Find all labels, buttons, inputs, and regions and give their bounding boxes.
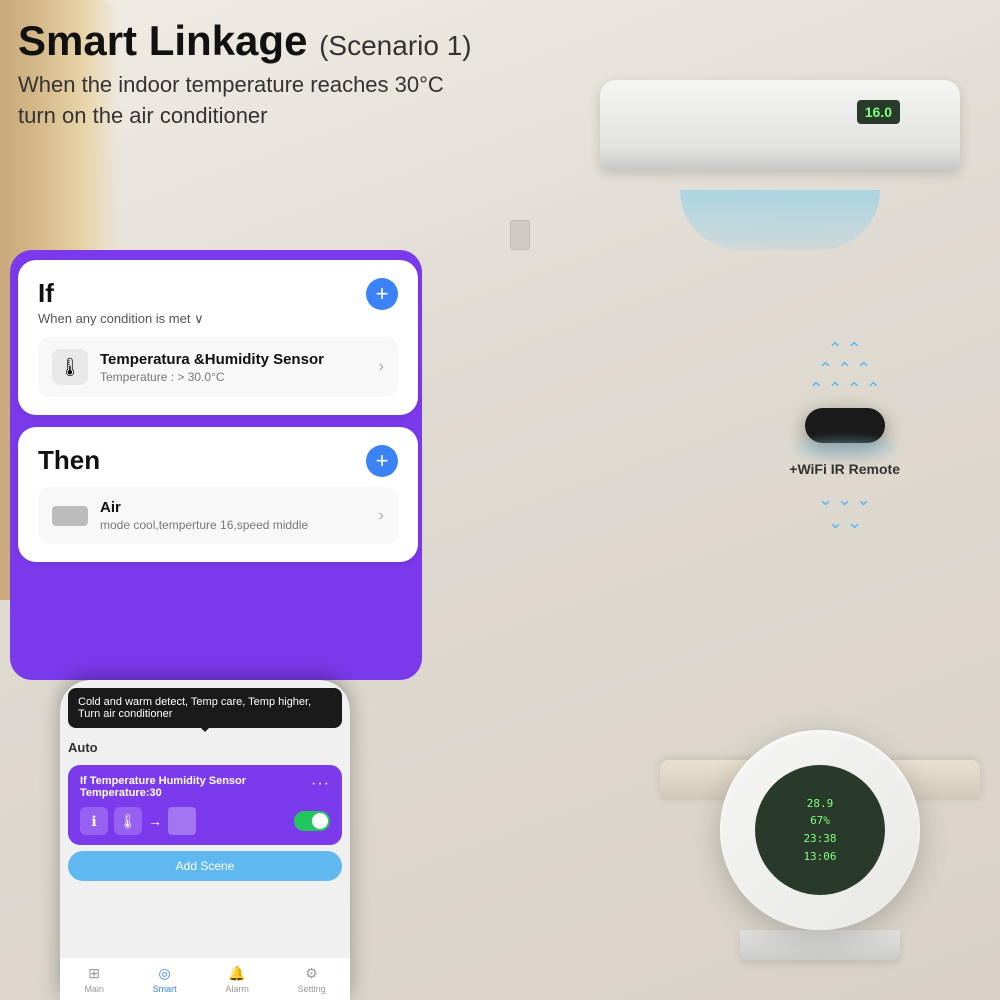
nav-setting-label: Setting bbox=[298, 984, 326, 994]
if-subtitle-text: When any condition is met bbox=[38, 311, 190, 326]
temp-icon-box: 🌡 bbox=[114, 807, 142, 835]
nav-setting[interactable]: ⚙ Setting bbox=[298, 964, 326, 994]
ac-display: 16.0 bbox=[857, 100, 900, 124]
thermostat-base bbox=[740, 930, 900, 960]
thermostat-body: 28.9 67% 23:38 13:06 bbox=[720, 730, 920, 930]
chevron-up-icon: ⌃ bbox=[828, 340, 843, 358]
nav-smart[interactable]: ◎ Smart bbox=[153, 964, 177, 994]
more-options-icon[interactable]: ··· bbox=[311, 775, 330, 793]
arrows-up: ⌃ ⌃ ⌃ ⌃ ⌃ ⌃ ⌃ ⌃ ⌃ bbox=[789, 340, 900, 398]
arrow-row-2: ⌃ ⌃ ⌃ bbox=[818, 360, 871, 378]
chevron-up-icon: ⌃ bbox=[818, 360, 833, 378]
nav-main[interactable]: ⊞ Main bbox=[84, 964, 104, 994]
chevron-up-icon: ⌃ bbox=[866, 380, 881, 398]
device-icon-box bbox=[168, 807, 196, 835]
chevron-down-icon: ⌃ bbox=[818, 487, 833, 508]
if-card: If When any condition is met ∨ + 🌡 Tempe… bbox=[18, 260, 418, 415]
air-item[interactable]: Air mode cool,temperture 16,speed middle… bbox=[38, 487, 398, 544]
page-title: Smart Linkage (Scenario 1) bbox=[18, 18, 472, 64]
temp-reading: 28.9 bbox=[807, 795, 834, 813]
automation-toggle[interactable] bbox=[294, 811, 330, 831]
arrows-down: ⌃ ⌃ ⌃ ⌃ ⌃ bbox=[789, 487, 900, 531]
automation-icons-row: ℹ 🌡 → bbox=[80, 807, 330, 835]
then-add-button[interactable]: + bbox=[366, 445, 398, 477]
sensor-item[interactable]: 🌡 Temperatura &Humidity Sensor Temperatu… bbox=[38, 337, 398, 397]
arrow-right-icon: → bbox=[148, 813, 162, 829]
if-subtitle-arrow: ∨ bbox=[194, 311, 204, 326]
air-device-detail: mode cool,temperture 16,speed middle bbox=[100, 518, 379, 532]
hub-glow bbox=[795, 438, 895, 458]
time-reading-2: 13:06 bbox=[803, 848, 836, 866]
air-arrow-icon: › bbox=[379, 507, 384, 525]
chevron-down-icon: ⌃ bbox=[828, 510, 843, 531]
smart-icon: ◎ bbox=[156, 964, 174, 982]
if-card-title: If bbox=[38, 278, 204, 309]
ir-remote-label: +WiFi IR Remote bbox=[789, 461, 900, 477]
then-card-title: Then bbox=[38, 445, 100, 476]
phone-screen: Cold and warm detect, Temp care, Temp hi… bbox=[60, 680, 350, 1000]
if-add-button[interactable]: + bbox=[366, 278, 398, 310]
phone-nav: ⊞ Main ◎ Smart 🔔 Alarm ⚙ Setting bbox=[60, 957, 350, 1000]
sensor-detail: Temperature : > 30.0°C bbox=[100, 370, 379, 384]
nav-alarm-label: Alarm bbox=[225, 984, 249, 994]
chevron-up-icon: ⌃ bbox=[808, 380, 823, 398]
chevron-up-icon: ⌃ bbox=[847, 380, 862, 398]
wall-outlet bbox=[510, 220, 530, 250]
cards-container: If When any condition is met ∨ + 🌡 Tempe… bbox=[18, 260, 418, 574]
home-icon: ⊞ bbox=[85, 964, 103, 982]
ac-vent bbox=[600, 150, 960, 170]
info-icon-box: ℹ bbox=[80, 807, 108, 835]
scenario-label: (Scenario 1) bbox=[319, 30, 472, 61]
air-conditioner: 16.0 bbox=[590, 80, 970, 200]
title-main: Smart Linkage bbox=[18, 17, 307, 64]
if-card-title-section: If When any condition is met ∨ bbox=[38, 278, 204, 327]
alarm-icon: 🔔 bbox=[228, 964, 246, 982]
sensor-text: Temperatura &Humidity Sensor Temperature… bbox=[100, 351, 379, 384]
ir-remote-section: ⌃ ⌃ ⌃ ⌃ ⌃ ⌃ ⌃ ⌃ ⌃ +WiFi IR Remote ⌃ ⌃ ⌃ … bbox=[789, 340, 900, 531]
add-scene-button[interactable]: Add Scene bbox=[68, 851, 342, 881]
chevron-up-icon: ⌃ bbox=[828, 380, 843, 398]
chevron-down-icon: ⌃ bbox=[847, 510, 862, 531]
air-icon bbox=[52, 506, 88, 526]
phone-tooltip: Cold and warm detect, Temp care, Temp hi… bbox=[68, 688, 342, 728]
chevron-up-icon: ⌃ bbox=[847, 340, 862, 358]
chevron-down-icon: ⌃ bbox=[837, 487, 852, 508]
nav-main-label: Main bbox=[84, 984, 104, 994]
arrow-row-1: ⌃ ⌃ bbox=[828, 340, 862, 358]
sensor-icon: 🌡 bbox=[52, 349, 88, 385]
sensor-name: Temperatura &Humidity Sensor bbox=[100, 351, 379, 368]
ir-hub bbox=[805, 408, 885, 443]
thermostat-device: 28.9 67% 23:38 13:06 bbox=[720, 730, 920, 960]
air-device-name: Air bbox=[100, 499, 379, 516]
nav-smart-label: Smart bbox=[153, 984, 177, 994]
arrow-row-3: ⌃ ⌃ ⌃ ⌃ bbox=[808, 380, 880, 398]
ac-body: 16.0 bbox=[600, 80, 960, 170]
page-subtitle: When the indoor temperature reaches 30°C… bbox=[18, 70, 472, 132]
then-card: Then + Air mode cool,temperture 16,speed… bbox=[18, 427, 418, 562]
time-reading-1: 23:38 bbox=[803, 830, 836, 848]
sensor-arrow-icon: › bbox=[379, 358, 384, 376]
phone-automation-card[interactable]: If Temperature Humidity Sensor Temperatu… bbox=[68, 765, 342, 845]
chevron-up-icon: ⌃ bbox=[837, 360, 852, 378]
chevron-up-icon: ⌃ bbox=[856, 360, 871, 378]
automation-title: If Temperature Humidity Sensor Temperatu… bbox=[80, 775, 311, 799]
setting-icon: ⚙ bbox=[303, 964, 321, 982]
nav-alarm[interactable]: 🔔 Alarm bbox=[225, 964, 249, 994]
thermostat-screen: 28.9 67% 23:38 13:06 bbox=[755, 765, 885, 895]
then-card-header: Then + bbox=[38, 445, 398, 477]
header: Smart Linkage (Scenario 1) When the indo… bbox=[18, 18, 472, 132]
air-text: Air mode cool,temperture 16,speed middle bbox=[100, 499, 379, 532]
humidity-reading: 67% bbox=[810, 812, 830, 830]
arrow-down-row-2: ⌃ ⌃ bbox=[828, 510, 862, 531]
phone-mockup: Cold and warm detect, Temp care, Temp hi… bbox=[60, 680, 350, 1000]
if-card-subtitle[interactable]: When any condition is met ∨ bbox=[38, 311, 204, 327]
phone-auto-label: Auto bbox=[68, 736, 342, 759]
arrow-down-row-1: ⌃ ⌃ ⌃ bbox=[818, 487, 871, 508]
chevron-down-icon: ⌃ bbox=[856, 487, 871, 508]
if-card-header: If When any condition is met ∨ + bbox=[38, 278, 398, 327]
subtitle-line1: When the indoor temperature reaches 30°C bbox=[18, 70, 472, 101]
ac-airflow bbox=[680, 190, 880, 250]
subtitle-line2: turn on the air conditioner bbox=[18, 101, 472, 132]
